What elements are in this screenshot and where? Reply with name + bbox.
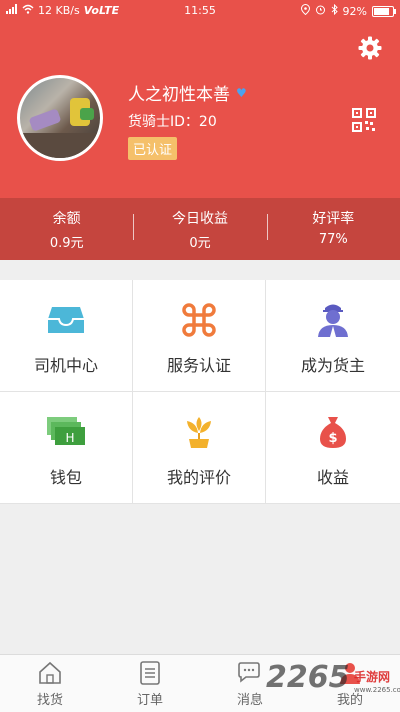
money-icon: H [46, 412, 86, 452]
stat-rating[interactable]: 好评率 77% [266, 198, 400, 260]
battery-icon [372, 5, 396, 17]
menu-label: 钱包 [49, 468, 82, 487]
heart-icon: ♥ [236, 85, 247, 100]
money-bag-icon: $ [313, 412, 353, 452]
menu-item-wallet[interactable]: H 钱包 [0, 392, 133, 504]
stat-today-income[interactable]: 今日收益 0元 [133, 198, 266, 260]
verified-badge: 已认证 [128, 137, 178, 160]
list-icon [137, 661, 163, 685]
menu-label: 成为货主 [300, 356, 365, 375]
stat-balance[interactable]: 余额 0.9元 [0, 198, 133, 260]
rider-id-value: 20 [198, 114, 217, 130]
tab-find-cargo[interactable]: 找货 [0, 655, 100, 712]
menu-grid: 司机中心 服务认证 成为货主 H 钱包 我的评价 $ 收益 [0, 280, 400, 504]
tab-messages[interactable]: 消息 [200, 655, 300, 712]
inbox-icon [46, 300, 86, 340]
stats-bar: 余额 0.9元 今日收益 0元 好评率 77% [0, 198, 400, 260]
tab-label: 我的 [336, 693, 363, 708]
menu-label: 我的评价 [166, 468, 231, 487]
status-right: 92% [300, 3, 396, 18]
profile-header: 人之初性本善 ♥ 货骑士ID：20 已认证 [0, 22, 400, 198]
stat-label: 好评率 [312, 211, 355, 227]
tab-label: 找货 [36, 693, 63, 708]
menu-label: 服务认证 [166, 356, 231, 375]
flower-icon [179, 412, 219, 452]
menu-label: 司机中心 [33, 356, 98, 375]
rider-id: 货骑士ID：20 [128, 111, 217, 131]
menu-item-driver-center[interactable]: 司机中心 [0, 280, 133, 392]
menu-item-become-shipper[interactable]: 成为货主 [266, 280, 400, 392]
gear-icon[interactable] [358, 36, 382, 60]
stat-value: 0元 [189, 236, 211, 251]
stat-value: 77% [318, 232, 348, 247]
chat-icon [237, 661, 263, 685]
tab-label: 消息 [236, 693, 263, 708]
location-icon [300, 3, 310, 18]
alarm-icon [315, 4, 326, 18]
menu-label: 收益 [316, 468, 349, 487]
tab-mine[interactable]: 我的 [300, 655, 400, 712]
user-icon [313, 300, 353, 340]
avatar[interactable] [17, 75, 103, 161]
person-icon [337, 661, 363, 685]
home-icon [37, 661, 63, 685]
rider-id-label: 货骑士ID： [128, 114, 199, 130]
stat-label: 今日收益 [171, 211, 228, 227]
stat-label: 余额 [52, 211, 81, 227]
menu-item-my-reviews[interactable]: 我的评价 [133, 392, 266, 504]
qr-code-icon[interactable] [352, 108, 376, 132]
user-name-row: 人之初性本善 ♥ [128, 80, 247, 105]
tab-orders[interactable]: 订单 [100, 655, 200, 712]
command-icon [179, 300, 219, 340]
menu-item-income[interactable]: $ 收益 [266, 392, 400, 504]
svg-text:H: H [65, 431, 74, 445]
battery-percent: 92% [342, 4, 367, 18]
svg-text:$: $ [328, 431, 337, 446]
stat-value: 0.9元 [49, 236, 84, 251]
status-bar: 12 KB/s VoLTE 11:55 92% [0, 0, 400, 22]
user-name: 人之初性本善 [128, 85, 230, 105]
tab-label: 订单 [136, 693, 163, 708]
bottom-tab-bar: 找货 订单 消息 我的 [0, 654, 400, 712]
menu-item-service-auth[interactable]: 服务认证 [133, 280, 266, 392]
bluetooth-icon [331, 3, 338, 18]
